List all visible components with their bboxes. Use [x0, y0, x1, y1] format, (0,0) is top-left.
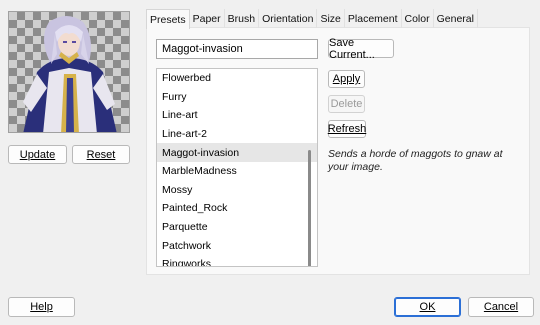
preset-description: Sends a horde of maggots to gnaw at your… — [328, 148, 503, 173]
cancel-button-label: Cancel — [483, 301, 519, 313]
update-button[interactable]: Update — [8, 145, 67, 164]
preset-list-item[interactable]: Mossy — [157, 181, 317, 200]
tab-paper[interactable]: Paper — [190, 9, 225, 28]
character-illustration — [23, 16, 117, 132]
preset-list-item[interactable]: Furry — [157, 88, 317, 107]
preset-list-item[interactable]: Maggot-invasion — [157, 143, 317, 162]
apply-button[interactable]: Apply — [328, 70, 365, 88]
cancel-button[interactable]: Cancel — [468, 297, 534, 317]
ok-button-label: OK — [419, 301, 436, 313]
preset-list-scrollbar[interactable] — [308, 150, 311, 266]
preview-image — [8, 11, 130, 133]
delete-button[interactable]: Delete — [328, 95, 365, 113]
tab-color[interactable]: Color — [402, 9, 434, 28]
save-current-button[interactable]: Save Current... — [328, 36, 394, 61]
save-current-label: Save Current... — [329, 36, 375, 61]
preset-list-item[interactable]: Ringworks — [157, 255, 317, 266]
preset-list[interactable]: Flowerbed Furry Line-art Line-art-2 Maggot-i… — [156, 68, 318, 267]
preset-list-item[interactable]: Flowerbed — [157, 69, 317, 88]
delete-button-label: Delete — [330, 98, 363, 110]
preset-name-input[interactable]: Maggot-invasion — [156, 39, 318, 59]
tab-orientation[interactable]: Orientation — [259, 9, 318, 28]
preset-list-item[interactable]: Line-art-2 — [157, 125, 317, 144]
tab-size[interactable]: Size — [317, 9, 345, 28]
refresh-button-label: Refresh — [327, 123, 367, 135]
help-button-label: Help — [30, 301, 53, 313]
tab-general[interactable]: General — [434, 9, 478, 28]
tab-placement[interactable]: Placement — [345, 9, 402, 28]
preset-list-item[interactable]: Patchwork — [157, 236, 317, 255]
help-button[interactable]: Help — [8, 297, 75, 317]
preset-items: Flowerbed Furry Line-art Line-art-2 Maggot-i… — [157, 69, 317, 266]
tab-presets[interactable]: Presets — [146, 9, 190, 29]
ok-button[interactable]: OK — [394, 297, 461, 317]
preset-list-item[interactable]: Line-art — [157, 106, 317, 125]
reset-button[interactable]: Reset — [72, 145, 130, 164]
reset-button-label: Reset — [86, 148, 116, 161]
tab-brush[interactable]: Brush — [225, 9, 260, 28]
update-button-label: Update — [19, 148, 56, 161]
tab-bar: Presets Paper Brush Orientation Size Pla… — [146, 9, 478, 29]
refresh-button[interactable]: Refresh — [328, 120, 366, 138]
preset-list-item[interactable]: MarbleMadness — [157, 162, 317, 181]
apply-button-label: Apply — [332, 73, 361, 85]
preset-list-item[interactable]: Painted_Rock — [157, 199, 317, 218]
preset-list-item[interactable]: Parquette — [157, 218, 317, 237]
